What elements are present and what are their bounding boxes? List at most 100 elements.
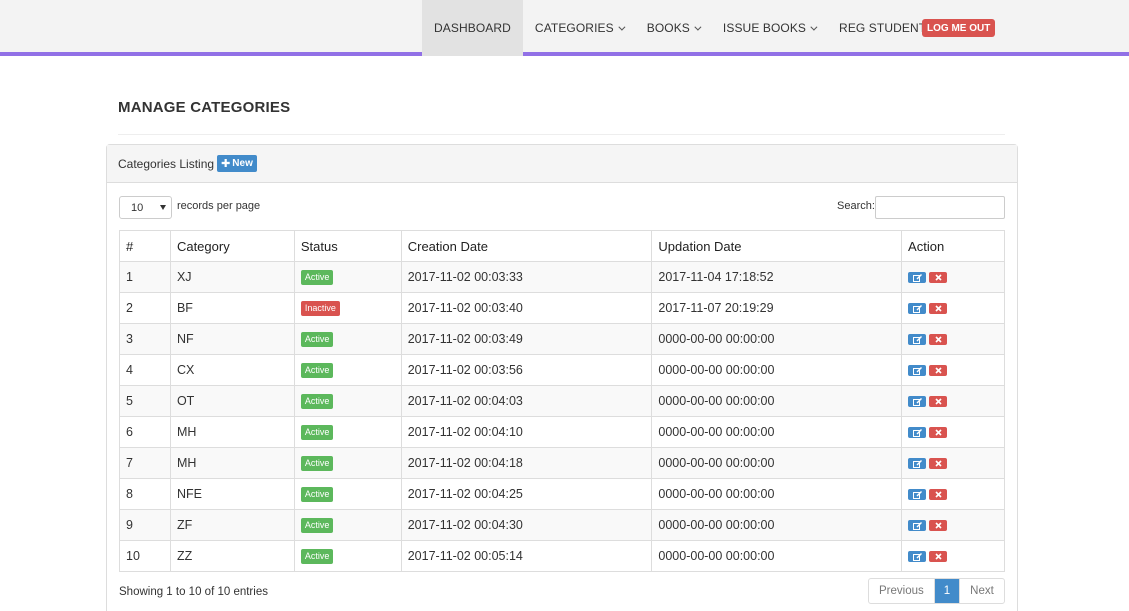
edit-icon bbox=[912, 552, 922, 561]
delete-button[interactable] bbox=[929, 458, 948, 470]
status-badge: Active bbox=[300, 517, 334, 533]
cell-number: 1 bbox=[119, 261, 171, 293]
table-row: 8 NFE Active 2017-11-02 00:04:25 0000-00-00 … bbox=[119, 478, 1005, 510]
table-row: 6 MH Active 2017-11-02 00:04:10 0000-00-00 0… bbox=[119, 416, 1005, 448]
header-status[interactable]: Status bbox=[293, 230, 402, 262]
delete-button[interactable] bbox=[929, 427, 948, 439]
delete-icon bbox=[934, 336, 942, 343]
cell-creation-date: 2017-11-02 00:04:30 bbox=[400, 509, 653, 541]
logout-button[interactable]: LOG ME OUT bbox=[922, 19, 996, 37]
new-category-button[interactable]: ✚ New bbox=[217, 155, 257, 172]
cell-status: Active bbox=[293, 261, 402, 293]
status-badge: Active bbox=[300, 269, 334, 285]
header-creation-date[interactable]: Creation Date bbox=[400, 230, 653, 262]
cell-action bbox=[901, 447, 1005, 479]
cell-updation-date: 0000-00-00 00:00:00 bbox=[651, 509, 903, 541]
records-per-page-select[interactable]: 10 bbox=[119, 196, 172, 219]
cell-number: 4 bbox=[119, 354, 171, 386]
delete-button[interactable] bbox=[929, 489, 948, 501]
cell-number: 2 bbox=[119, 292, 171, 324]
table-header-row: # Category Status Creation Date Updation… bbox=[119, 230, 1005, 262]
cell-updation-date: 0000-00-00 00:00:00 bbox=[651, 416, 903, 448]
cell-number: 7 bbox=[119, 447, 171, 479]
edit-button[interactable] bbox=[908, 427, 927, 439]
delete-button[interactable] bbox=[929, 365, 948, 377]
edit-icon bbox=[912, 366, 922, 375]
cell-number: 10 bbox=[119, 540, 171, 572]
edit-icon bbox=[912, 273, 922, 282]
cell-category: MH bbox=[169, 447, 295, 479]
table-row: 2 BF Inactive 2017-11-02 00:03:40 2017-11-07… bbox=[119, 292, 1005, 324]
status-badge: Active bbox=[300, 393, 334, 409]
edit-button[interactable] bbox=[908, 365, 927, 377]
table-row: 4 CX Active 2017-11-02 00:03:56 0000-00-00 0… bbox=[119, 354, 1005, 386]
edit-button[interactable] bbox=[908, 303, 927, 315]
delete-button[interactable] bbox=[929, 334, 948, 346]
delete-icon bbox=[934, 522, 942, 529]
title-divider bbox=[118, 134, 1005, 135]
cell-category: OT bbox=[169, 385, 295, 417]
table-row: 10 ZZ Active 2017-11-02 00:05:14 0000-00-00 … bbox=[119, 540, 1005, 572]
nav-issue-books-label: ISSUE BOOKS bbox=[722, 21, 807, 35]
cell-category: NF bbox=[169, 323, 295, 355]
delete-icon bbox=[934, 460, 942, 467]
nav-categories[interactable]: CATEGORIES bbox=[523, 0, 635, 56]
edit-button[interactable] bbox=[908, 458, 927, 470]
status-badge: Active bbox=[300, 486, 334, 502]
cell-action bbox=[901, 540, 1005, 572]
cell-updation-date: 0000-00-00 00:00:00 bbox=[651, 354, 903, 386]
delete-icon bbox=[934, 491, 942, 498]
edit-button[interactable] bbox=[908, 489, 927, 501]
chevron-down-icon bbox=[694, 23, 702, 31]
cell-action bbox=[901, 478, 1005, 510]
edit-button[interactable] bbox=[908, 551, 927, 563]
plus-icon: ✚ bbox=[221, 158, 231, 170]
edit-icon bbox=[912, 490, 922, 499]
nav-issue-books[interactable]: ISSUE BOOKS bbox=[711, 0, 827, 56]
cell-creation-date: 2017-11-02 00:04:25 bbox=[400, 478, 653, 510]
delete-icon bbox=[934, 274, 942, 281]
status-badge: Active bbox=[300, 548, 334, 564]
cell-creation-date: 2017-11-02 00:03:33 bbox=[400, 261, 653, 293]
delete-button[interactable] bbox=[929, 303, 948, 315]
cell-updation-date: 0000-00-00 00:00:00 bbox=[651, 323, 903, 355]
edit-button[interactable] bbox=[908, 334, 927, 346]
status-badge: Active bbox=[300, 331, 334, 347]
search-input[interactable] bbox=[875, 196, 1005, 219]
header-action: Action bbox=[901, 230, 1005, 262]
cell-number: 5 bbox=[119, 385, 171, 417]
cell-category: BF bbox=[169, 292, 295, 324]
cell-number: 8 bbox=[119, 478, 171, 510]
panel-heading-label: Categories Listing bbox=[118, 156, 215, 171]
delete-button[interactable] bbox=[929, 272, 948, 284]
table-row: 3 NF Active 2017-11-02 00:03:49 0000-00-00 0… bbox=[119, 323, 1005, 355]
cell-action bbox=[901, 385, 1005, 417]
new-button-label: New bbox=[232, 158, 253, 169]
delete-button[interactable] bbox=[929, 551, 948, 563]
delete-button[interactable] bbox=[929, 396, 948, 408]
nav-dashboard[interactable]: DASHBOARD bbox=[422, 0, 523, 56]
status-badge: Active bbox=[300, 455, 334, 471]
delete-button[interactable] bbox=[929, 520, 948, 532]
header-number[interactable]: # bbox=[119, 230, 171, 262]
header-category[interactable]: Category bbox=[169, 230, 295, 262]
cell-category: NFE bbox=[169, 478, 295, 510]
page-1-button[interactable]: 1 bbox=[933, 579, 961, 603]
nav-books[interactable]: BOOKS bbox=[635, 0, 711, 56]
edit-icon bbox=[912, 304, 922, 313]
delete-icon bbox=[934, 429, 942, 436]
cell-updation-date: 0000-00-00 00:00:00 bbox=[651, 447, 903, 479]
header-updation-date[interactable]: Updation Date bbox=[651, 230, 903, 262]
edit-button[interactable] bbox=[908, 520, 927, 532]
previous-page-button[interactable]: Previous bbox=[869, 579, 934, 603]
cell-status: Active bbox=[293, 323, 402, 355]
nav-dashboard-label: DASHBOARD bbox=[434, 21, 511, 35]
delete-icon bbox=[934, 367, 942, 374]
edit-button[interactable] bbox=[908, 396, 927, 408]
next-page-button[interactable]: Next bbox=[960, 579, 1004, 603]
cell-category: MH bbox=[169, 416, 295, 448]
cell-status: Active bbox=[293, 385, 402, 417]
edit-button[interactable] bbox=[908, 272, 927, 284]
cell-updation-date: 0000-00-00 00:00:00 bbox=[651, 478, 903, 510]
table-row: 9 ZF Active 2017-11-02 00:04:30 0000-00-00 0… bbox=[119, 509, 1005, 541]
